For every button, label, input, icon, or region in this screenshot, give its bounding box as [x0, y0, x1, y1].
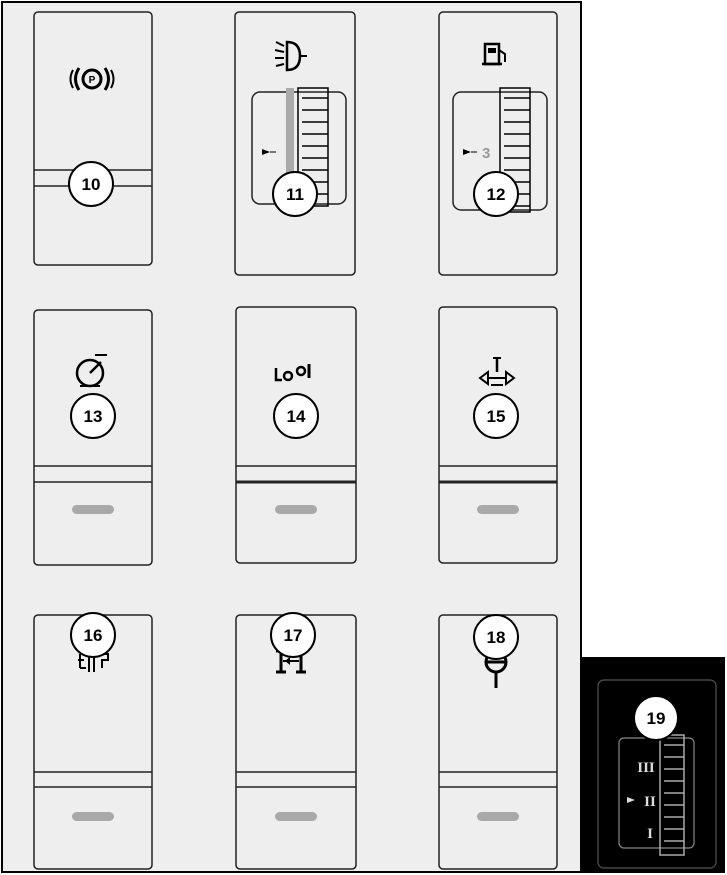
position-label-1: I: [647, 826, 653, 842]
svg-text:18: 18: [487, 628, 506, 647]
callout-15: 15: [473, 393, 519, 439]
svg-text:P: P: [89, 75, 96, 86]
callout-17: 17: [270, 612, 316, 658]
callout-10: 10: [68, 161, 114, 207]
callout-19: 19: [633, 695, 679, 741]
svg-text:14: 14: [287, 407, 306, 426]
svg-text:12: 12: [487, 185, 506, 204]
callout-14: 14: [273, 393, 319, 439]
svg-text:10: 10: [82, 175, 101, 194]
svg-text:13: 13: [84, 407, 103, 426]
callout-13: 13: [70, 393, 116, 439]
switch-11[interactable]: [234, 11, 356, 276]
stepper-12-value: 3: [482, 145, 490, 162]
switch-12[interactable]: 3: [438, 11, 558, 276]
switch-10[interactable]: P: [33, 11, 153, 266]
callout-11: 11: [272, 171, 318, 217]
svg-text:15: 15: [487, 407, 506, 426]
svg-text:19: 19: [647, 709, 666, 728]
svg-text:17: 17: [284, 626, 303, 645]
parking-brake-icon: P: [69, 67, 115, 91]
svg-text:16: 16: [84, 626, 103, 645]
svg-text:11: 11: [286, 185, 304, 204]
callout-18: 18: [473, 614, 519, 660]
callout-16: 16: [70, 612, 116, 658]
position-label-3: III: [637, 760, 655, 776]
callout-12: 12: [473, 171, 519, 217]
switch-diagram: P 3 III II I 10 11 12 13 14 15 16 17 18 …: [33, 11, 717, 870]
position-label-2: II: [644, 794, 656, 810]
